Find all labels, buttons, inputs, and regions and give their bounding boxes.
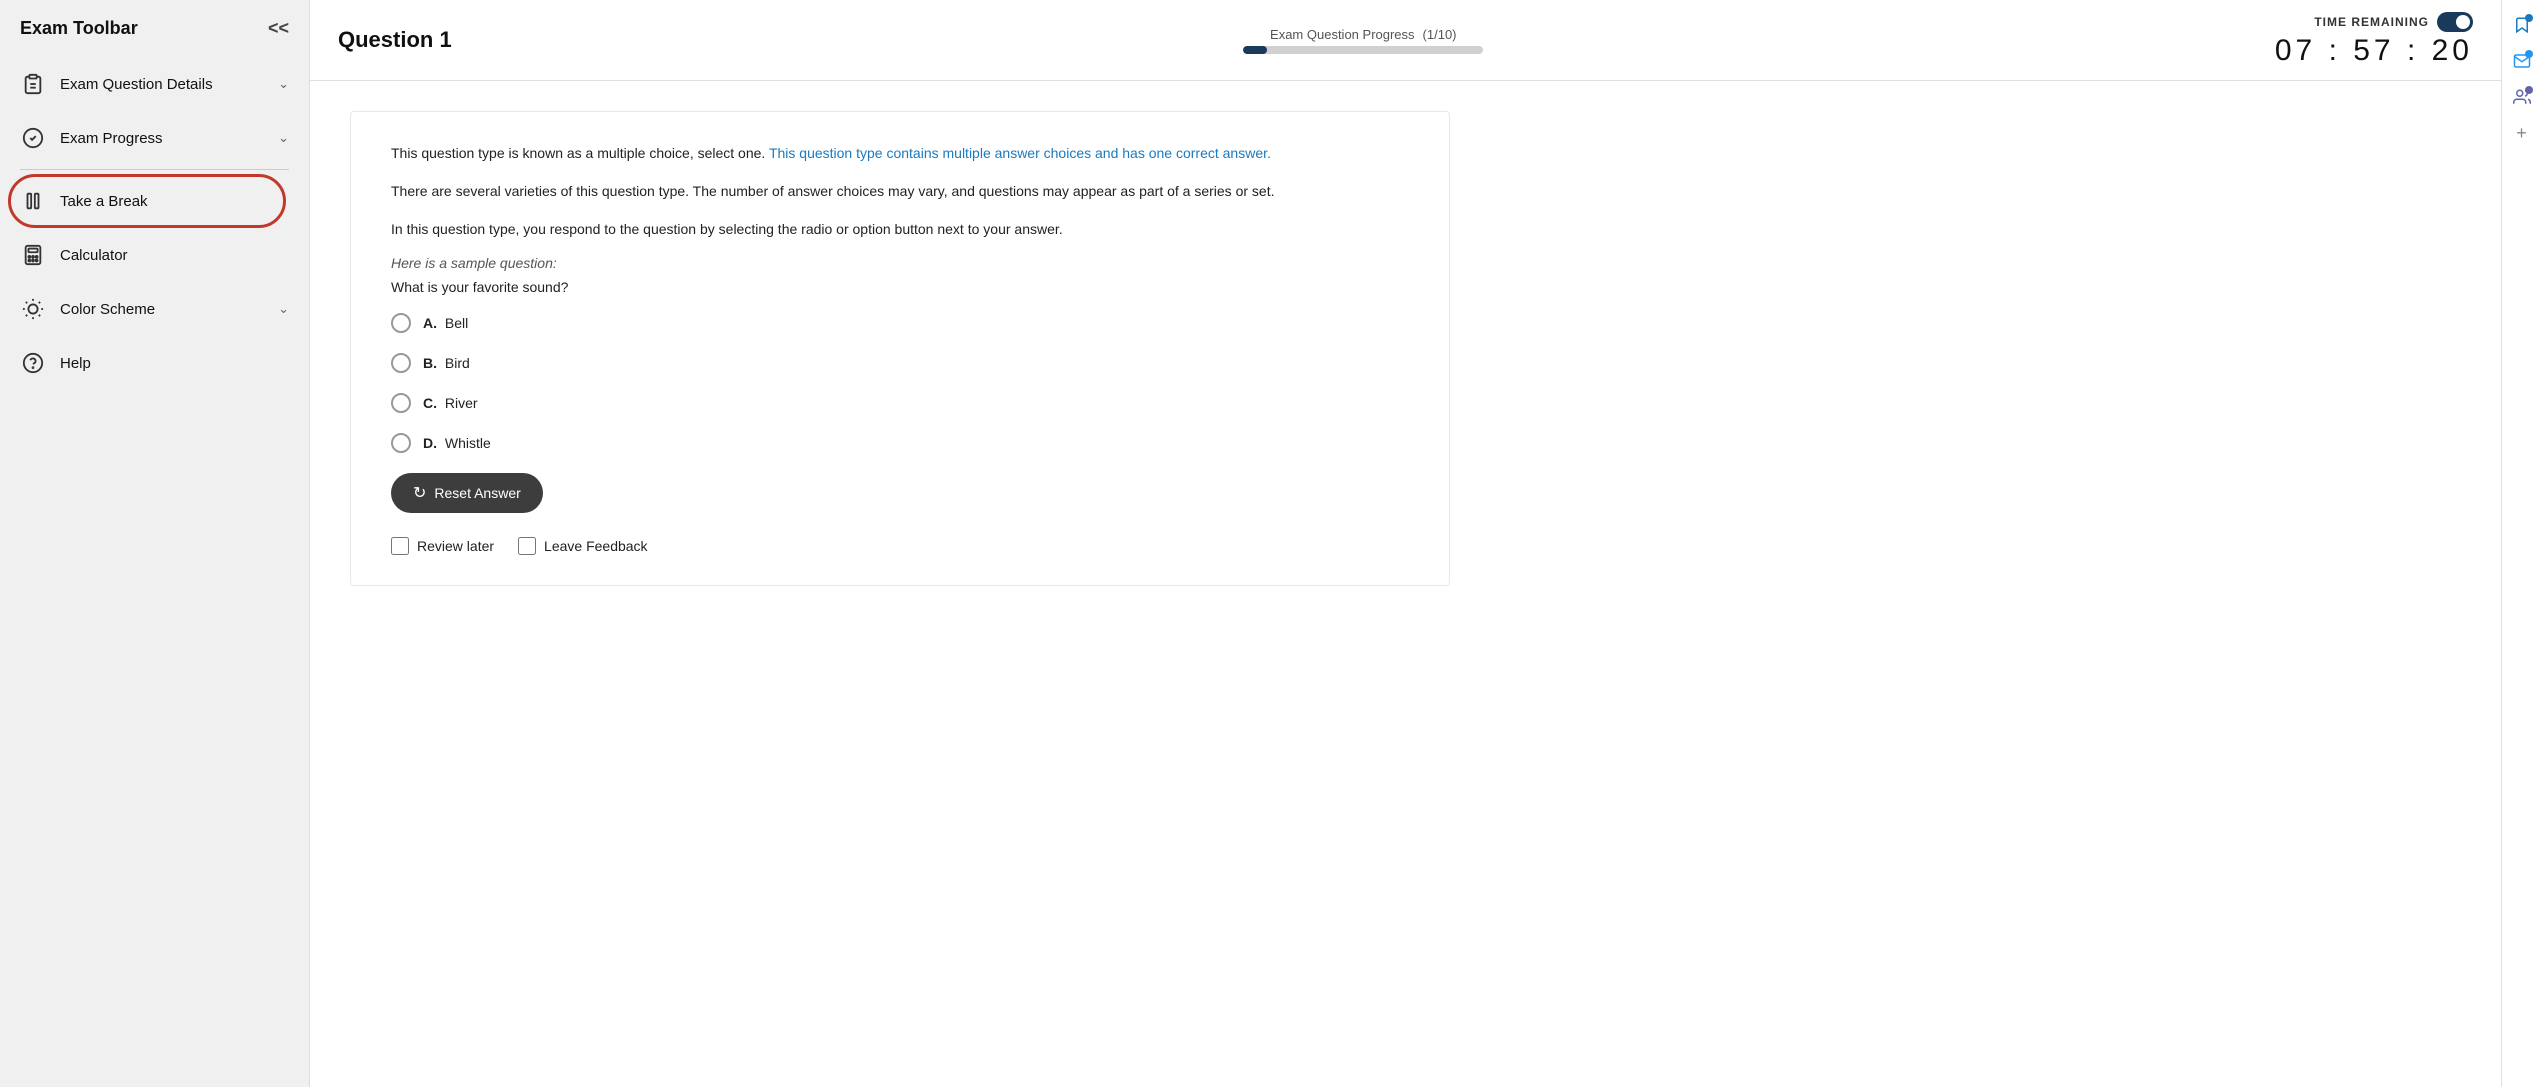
option-letter-b: B. <box>423 355 437 371</box>
answer-option-b[interactable]: B. Bird <box>391 353 1409 373</box>
timer-label: TIME REMAINING <box>2314 12 2473 32</box>
progress-count: (1/10) <box>1423 27 1457 42</box>
sidebar-item-exam-question-details[interactable]: Exam Question Details ⌄ <box>0 57 309 111</box>
sidebar-item-label-take-a-break: Take a Break <box>60 193 289 210</box>
answer-option-a[interactable]: A. Bell <box>391 313 1409 333</box>
sidebar-item-label-help: Help <box>60 355 289 372</box>
radio-button-d[interactable] <box>391 433 411 453</box>
answer-option-c[interactable]: C. River <box>391 393 1409 413</box>
option-letter-d: D. <box>423 435 437 451</box>
sample-label: Here is a sample question: <box>391 255 1409 271</box>
header: Question 1 Exam Question Progress (1/10)… <box>310 0 2501 81</box>
teams-icon[interactable] <box>2507 82 2537 112</box>
option-letter-c: C. <box>423 395 437 411</box>
progress-bar-fill <box>1243 46 1267 54</box>
timer-toggle[interactable] <box>2437 12 2473 32</box>
progress-bar-track <box>1243 46 1483 54</box>
option-value-d: Whistle <box>445 435 491 451</box>
reset-answer-button[interactable]: ↻ Reset Answer <box>391 473 543 513</box>
review-later-checkbox[interactable] <box>391 537 409 555</box>
sidebar-item-help[interactable]: Help <box>0 336 309 390</box>
radio-button-a[interactable] <box>391 313 411 333</box>
sidebar-item-color-scheme[interactable]: Color Scheme ⌄ <box>0 282 309 336</box>
question-paragraph-2: There are several varieties of this ques… <box>391 180 1409 204</box>
reset-icon: ↻ <box>413 483 426 503</box>
question-prompt: What is your favorite sound? <box>391 279 1409 295</box>
leave-feedback-label[interactable]: Leave Feedback <box>518 537 648 555</box>
footer-actions: Review later Leave Feedback <box>391 537 1409 555</box>
progress-section: Exam Question Progress (1/10) <box>472 27 2255 54</box>
sidebar-item-label-exam-question-details: Exam Question Details <box>60 76 264 93</box>
reset-button-label: Reset Answer <box>434 485 520 501</box>
question-paragraph-3: In this question type, you respond to th… <box>391 218 1409 242</box>
sidebar: Exam Toolbar << Exam Question Details ⌄ … <box>0 0 310 1087</box>
sun-icon <box>20 296 46 322</box>
review-later-label[interactable]: Review later <box>391 537 494 555</box>
check-circle-icon <box>20 125 46 151</box>
question-paragraph-1: This question type is known as a multipl… <box>391 142 1409 166</box>
leave-feedback-checkbox[interactable] <box>518 537 536 555</box>
paragraph-1-highlight: This question type contains multiple ans… <box>769 145 1271 161</box>
progress-label: Exam Question Progress (1/10) <box>1270 27 1456 42</box>
option-value-b: Bird <box>445 355 470 371</box>
plus-icon[interactable]: + <box>2507 118 2537 148</box>
timer-value: 07 : 57 : 20 <box>2275 34 2473 68</box>
sidebar-item-label-exam-progress: Exam Progress <box>60 130 264 147</box>
sidebar-header: Exam Toolbar << <box>0 0 309 57</box>
paragraph-2-normal: There are several varieties of this ques… <box>391 183 1274 199</box>
question-content: This question type is known as a multipl… <box>310 81 2501 1087</box>
leave-feedback-text: Leave Feedback <box>544 538 648 554</box>
radio-button-c[interactable] <box>391 393 411 413</box>
option-value-c: River <box>445 395 478 411</box>
progress-text: Exam Question Progress <box>1270 27 1415 42</box>
sidebar-item-exam-progress[interactable]: Exam Progress ⌄ <box>0 111 309 165</box>
answer-option-d[interactable]: D. Whistle <box>391 433 1409 453</box>
question-title: Question 1 <box>338 27 452 53</box>
help-icon <box>20 350 46 376</box>
chevron-down-icon-3: ⌄ <box>278 301 289 317</box>
sidebar-item-label-calculator: Calculator <box>60 247 289 264</box>
timer-section: TIME REMAINING 07 : 57 : 20 <box>2275 12 2473 68</box>
option-text-c: C. River <box>423 395 478 411</box>
clipboard-icon <box>20 71 46 97</box>
sidebar-title: Exam Toolbar <box>20 18 138 39</box>
bookmark-icon[interactable] <box>2507 10 2537 40</box>
sidebar-item-take-a-break[interactable]: Take a Break <box>0 174 309 228</box>
question-body: This question type is known as a multipl… <box>350 111 1450 586</box>
sidebar-collapse-button[interactable]: << <box>268 18 289 39</box>
chevron-down-icon-2: ⌄ <box>278 130 289 146</box>
main-content: Question 1 Exam Question Progress (1/10)… <box>310 0 2501 1087</box>
option-text-b: B. Bird <box>423 355 470 371</box>
pause-icon <box>20 188 46 214</box>
chevron-down-icon: ⌄ <box>278 76 289 92</box>
sidebar-item-calculator[interactable]: Calculator <box>0 228 309 282</box>
option-letter-a: A. <box>423 315 437 331</box>
sidebar-divider <box>20 169 289 170</box>
option-text-d: D. Whistle <box>423 435 491 451</box>
right-sidebar: + <box>2501 0 2541 1087</box>
paragraph-1-normal: This question type is known as a multipl… <box>391 145 769 161</box>
review-later-text: Review later <box>417 538 494 554</box>
sidebar-item-label-color-scheme: Color Scheme <box>60 301 264 318</box>
mail-icon[interactable] <box>2507 46 2537 76</box>
radio-button-b[interactable] <box>391 353 411 373</box>
option-value-a: Bell <box>445 315 468 331</box>
paragraph-3-normal: In this question type, you respond to th… <box>391 221 1063 237</box>
option-text-a: A. Bell <box>423 315 468 331</box>
calculator-icon <box>20 242 46 268</box>
